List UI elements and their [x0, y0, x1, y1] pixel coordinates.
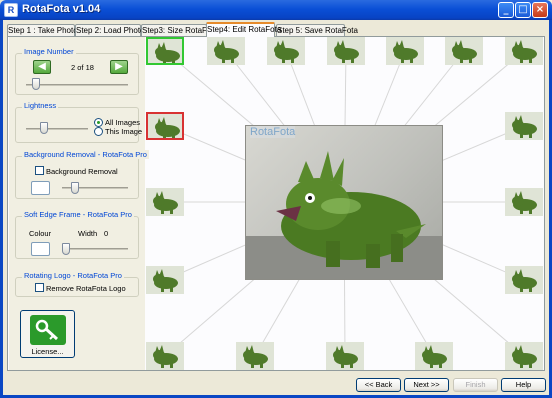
image-slider-track [26, 84, 128, 86]
rotating-logo-title: Rotating Logo - RotaFota Pro [22, 271, 124, 280]
next-button[interactable]: Next >> [404, 378, 449, 392]
title-bar: R RotaFota v1.04 _ □ × [0, 0, 552, 20]
prev-image-button[interactable]: ◀ [33, 60, 51, 74]
photo-thumbnail[interactable] [327, 37, 365, 65]
back-button[interactable]: << Back [356, 378, 401, 392]
dinosaur-toy-image [246, 151, 442, 279]
all-images-label: All Images [105, 118, 141, 127]
frame-colour-swatch[interactable] [31, 242, 50, 256]
license-button[interactable]: License... [20, 310, 75, 358]
photo-thumbnail[interactable] [146, 37, 184, 65]
radio-all-images[interactable] [94, 118, 103, 127]
background-removal-checkbox[interactable] [35, 166, 44, 175]
photo-thumbnail[interactable] [146, 188, 184, 216]
lightness-title: Lightness [22, 101, 59, 110]
colour-label: Colour [29, 229, 52, 238]
radio-this-image[interactable] [94, 127, 103, 136]
background-removal-title: Background Removal - RotaFota Pro [22, 150, 149, 159]
tab-step4[interactable]: Step4: Edit RotaFota [206, 22, 281, 37]
key-icon [30, 315, 66, 345]
photo-thumbnail[interactable] [326, 342, 364, 370]
app-icon: R [4, 3, 18, 17]
left-arrow-icon: ◀ [38, 61, 46, 72]
remove-logo-checkbox[interactable] [35, 283, 44, 292]
photo-thumbnail[interactable] [267, 37, 305, 65]
photo-thumbnail[interactable] [146, 342, 184, 370]
width-slider-track [62, 248, 128, 250]
photo-thumbnail[interactable] [236, 342, 274, 370]
width-slider-thumb[interactable] [62, 243, 70, 255]
main-photo: RotaFota [245, 125, 443, 280]
photo-thumbnail[interactable] [505, 342, 543, 370]
this-image-label: This Image [105, 127, 143, 136]
lightness-slider-thumb[interactable] [39, 122, 48, 134]
photo-thumbnail[interactable] [445, 37, 483, 65]
photo-thumbnail[interactable] [505, 188, 543, 216]
remove-logo-label: Remove RotaFota Logo [46, 284, 126, 293]
lightness-group: Lightness All Images This Image [15, 101, 143, 143]
right-arrow-icon: ▶ [115, 61, 123, 72]
help-button[interactable]: Help [501, 378, 546, 392]
width-label: Width [78, 229, 98, 238]
maximize-button[interactable]: □ [515, 2, 531, 18]
background-removal-group: Background Removal - RotaFota Pro Backgr… [15, 150, 149, 199]
photo-thumbnail[interactable] [207, 37, 245, 65]
soft-edge-title: Soft Edge Frame - RotaFota Pro [22, 210, 134, 219]
soft-edge-group: Soft Edge Frame - RotaFota Pro Colour Wi… [15, 210, 139, 259]
image-slider-thumb[interactable] [31, 78, 40, 90]
image-number-value: 2 of 18 [71, 63, 94, 72]
photo-thumbnail[interactable] [505, 266, 543, 294]
photo-thumbnail[interactable] [415, 342, 453, 370]
finish-button[interactable]: Finish [453, 378, 498, 392]
photo-thumbnail[interactable] [146, 112, 184, 140]
photo-thumbnail[interactable] [146, 266, 184, 294]
window-title: RotaFota v1.04 [22, 3, 101, 15]
background-slider-thumb[interactable] [70, 182, 79, 194]
photo-thumbnail[interactable] [505, 37, 543, 65]
width-value: 0 [104, 229, 109, 238]
minimize-button[interactable]: _ [498, 2, 514, 18]
background-colour-swatch[interactable] [31, 181, 50, 195]
rotating-logo-group: Rotating Logo - RotaFota Pro Remove Rota… [15, 271, 139, 297]
background-removal-label: Background Removal [46, 167, 118, 176]
next-image-button[interactable]: ▶ [110, 60, 128, 74]
photo-thumbnail[interactable] [386, 37, 424, 65]
photo-thumbnail[interactable] [505, 112, 543, 140]
lightness-slider-track [26, 128, 88, 130]
close-button[interactable]: × [532, 2, 548, 18]
rotafota-logo-overlay: RotaFota [250, 126, 296, 138]
image-number-group: Image Number ◀ 2 of 18 ▶ [15, 47, 139, 95]
license-label: License... [31, 347, 64, 356]
image-number-title: Image Number [22, 47, 76, 56]
